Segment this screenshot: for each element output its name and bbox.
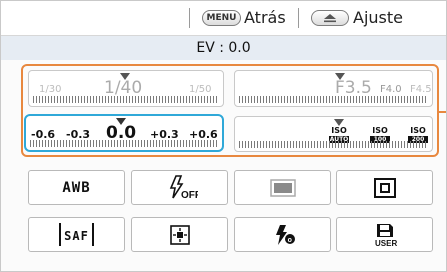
flash-mode-button[interactable]: o (234, 217, 331, 252)
menu-key-button[interactable]: MENU (202, 10, 241, 26)
flash-off-icon: OFF (169, 174, 198, 201)
shutter-prev: 1/30 (39, 84, 62, 95)
face-detect-button[interactable] (336, 170, 433, 205)
aperture-next: F4.0 (380, 84, 402, 95)
af-area-button[interactable] (131, 217, 228, 252)
flash-off-text: OFF (181, 190, 198, 201)
awb-icon: AWB (62, 179, 91, 196)
shutter-speed-dial[interactable]: 1/30 1/40 1/50 (28, 70, 224, 107)
face-detect-icon (373, 177, 396, 198)
separator (298, 8, 299, 28)
aperture-current: F3.5 (335, 78, 372, 98)
saf-label: SAF (64, 229, 89, 243)
metering-frame-icon (269, 178, 296, 197)
exposure-group-tab (439, 111, 446, 113)
save-user-icon: USER (375, 223, 397, 248)
saf-icon: SAF (59, 223, 94, 246)
white-balance-button[interactable]: AWB (28, 170, 125, 205)
iso-auto-top: ISO (331, 126, 347, 135)
ev-readout: EV : 0.0 (1, 36, 446, 60)
iso-dial[interactable]: ISO AUTO ISO 100 ISO 200 (234, 116, 433, 152)
user-text: USER (375, 239, 397, 248)
center-af-icon (169, 224, 190, 245)
ev-scale (30, 140, 218, 147)
aperture-scale (239, 96, 428, 103)
back-label[interactable]: Atrás (244, 7, 286, 29)
adjust-label[interactable]: Ajuste (353, 7, 403, 29)
flash-off-button[interactable]: OFF (131, 170, 228, 205)
eject-up-icon (324, 14, 336, 23)
top-bar: MENU Atrás Ajuste (1, 1, 446, 36)
dial-marker-icon (334, 119, 344, 126)
save-user-button[interactable]: USER (336, 217, 433, 252)
separator (189, 8, 190, 28)
iso-100-top: ISO (372, 126, 388, 135)
adjust-key-button[interactable] (311, 10, 349, 26)
camera-settings-screen: MENU Atrás Ajuste EV : 0.0 1/30 1/40 1/5… (0, 0, 447, 272)
aperture-next-2: F4.5 (410, 84, 432, 95)
aperture-dial[interactable]: F3.5 F4.0 F4.5 (234, 70, 433, 107)
iso-200-top: ISO (410, 126, 426, 135)
af-mode-button[interactable]: SAF (28, 217, 125, 252)
metering-button[interactable] (234, 170, 331, 205)
ev-compensation-dial[interactable]: -0.6 -0.3 0.0 +0.3 +0.6 (24, 114, 224, 152)
shutter-next: 1/50 (189, 84, 212, 95)
iso-scale (239, 141, 428, 148)
menu-key-label: MENU (206, 13, 237, 23)
flash-mode-text: o (287, 237, 291, 244)
shutter-scale (33, 96, 219, 103)
shutter-current: 1/40 (104, 78, 143, 98)
flash-mode-icon: o (275, 224, 295, 245)
